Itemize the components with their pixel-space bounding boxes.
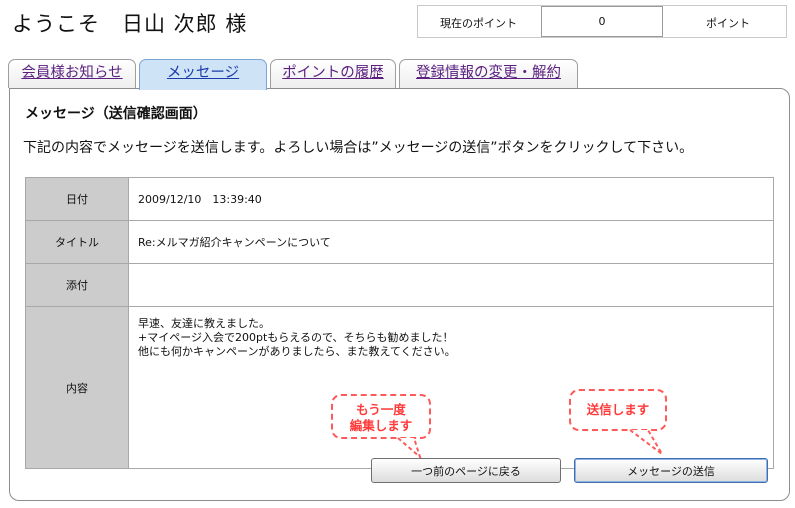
attachment-label: 添付 — [25, 263, 129, 307]
table-row: 日付 2009/12/10 13:39:40 — [25, 177, 774, 221]
tab-point-history[interactable]: ポイントの履歴 — [270, 59, 396, 88]
tab-account-settings[interactable]: 登録情報の変更・解約 — [399, 59, 578, 88]
content-label: 内容 — [25, 306, 129, 469]
content-line: 他にも何かキャンペーンがありましたら、また教えてください。 — [138, 345, 456, 358]
title-label: タイトル — [25, 220, 129, 264]
tab-member-notices[interactable]: 会員様お知らせ — [8, 59, 136, 88]
tab-member-notices-link[interactable]: 会員様お知らせ — [21, 65, 122, 81]
welcome-message: ようこそ 日山 次郎 様 — [12, 12, 248, 36]
edit-again-callout: もう一度 編集します — [331, 394, 431, 439]
send-message-button[interactable]: メッセージの送信 — [574, 458, 768, 483]
panel-title: メッセージ（送信確認画面） — [25, 106, 207, 122]
send-callout: 送信します — [569, 389, 667, 431]
points-value-field: 0 — [541, 6, 663, 37]
edit-callout-tail — [397, 437, 422, 459]
points-unit: ポイント — [706, 17, 750, 30]
table-row: タイトル Re:メルマガ紹介キャンペーンについて — [25, 220, 774, 264]
back-to-previous-page-button[interactable]: 一つ前のページに戻る — [371, 458, 561, 483]
points-label: 現在のポイント — [440, 17, 517, 30]
content-line: 早速、友達に教えました。 — [138, 317, 270, 330]
edit-callout-line-2: 編集します — [349, 418, 413, 433]
tab-messages-link[interactable]: メッセージ — [167, 65, 239, 81]
points-bar: 現在のポイント 0 ポイント — [417, 5, 787, 38]
message-confirm-panel: メッセージ（送信確認画面） 下記の内容でメッセージを送信します。よろしい場合は”… — [9, 88, 790, 501]
table-row: 添付 — [25, 263, 774, 307]
title-value: Re:メルマガ紹介キャンペーンについて — [128, 220, 774, 264]
send-callout-tail — [629, 429, 663, 455]
content-line: +マイページ入会で200ptもらえるので、そちらも勧めました！ — [138, 331, 454, 344]
attachment-value — [128, 263, 774, 307]
content-value: 早速、友達に教えました。 +マイページ入会で200ptもらえるので、そちらも勧め… — [128, 306, 774, 469]
tab-account-settings-link[interactable]: 登録情報の変更・解約 — [416, 65, 561, 81]
edit-callout-line-1: もう一度 — [356, 402, 406, 417]
date-value: 2009/12/10 13:39:40 — [128, 177, 774, 221]
instruction-text: 下記の内容でメッセージを送信します。よろしい場合は”メッセージの送信”ボタンをク… — [23, 140, 694, 156]
date-label: 日付 — [25, 177, 129, 221]
tab-point-history-link[interactable]: ポイントの履歴 — [282, 65, 384, 81]
tab-messages[interactable]: メッセージ — [139, 59, 267, 90]
